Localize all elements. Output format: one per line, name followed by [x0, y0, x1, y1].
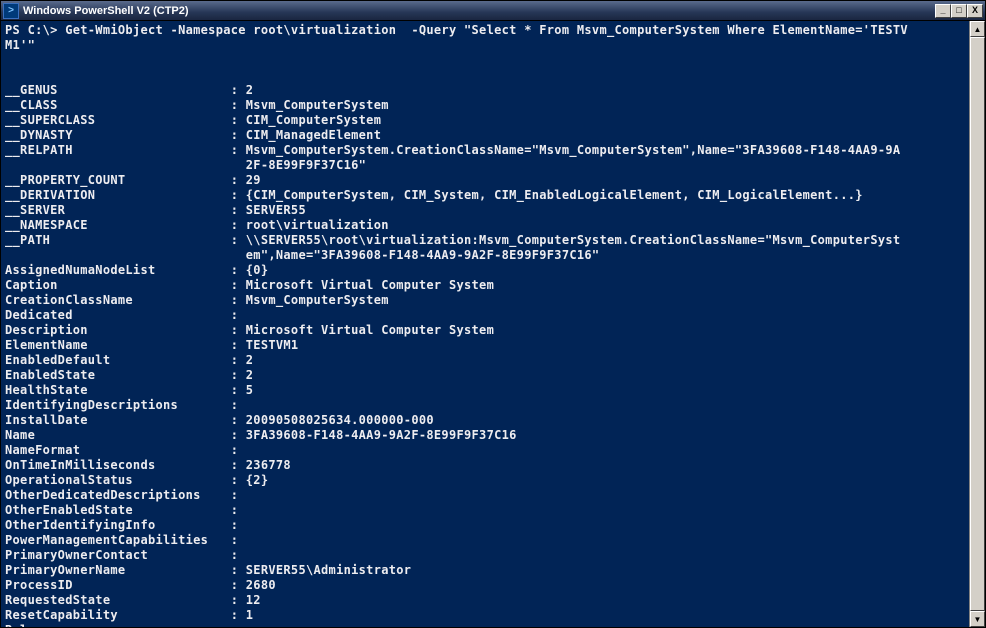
window-title: Windows PowerShell V2 (CTP2)	[23, 5, 935, 17]
powershell-window: > Windows PowerShell V2 (CTP2) _ □ X PS …	[0, 0, 986, 628]
close-button[interactable]: X	[967, 4, 983, 18]
minimize-button[interactable]: _	[935, 4, 951, 18]
vertical-scrollbar[interactable]: ▲ ▼	[969, 21, 985, 627]
app-icon: >	[3, 3, 19, 19]
terminal-output[interactable]: PS C:\> Get-WmiObject -Namespace root\vi…	[1, 21, 969, 627]
scroll-up-button[interactable]: ▲	[970, 21, 985, 37]
maximize-button[interactable]: □	[951, 4, 967, 18]
window-controls: _ □ X	[935, 4, 983, 18]
client-area: PS C:\> Get-WmiObject -Namespace root\vi…	[1, 21, 985, 627]
scroll-down-button[interactable]: ▼	[970, 611, 985, 627]
titlebar[interactable]: > Windows PowerShell V2 (CTP2) _ □ X	[1, 1, 985, 21]
scrollbar-track[interactable]	[970, 37, 985, 611]
scrollbar-thumb[interactable]	[970, 37, 985, 611]
